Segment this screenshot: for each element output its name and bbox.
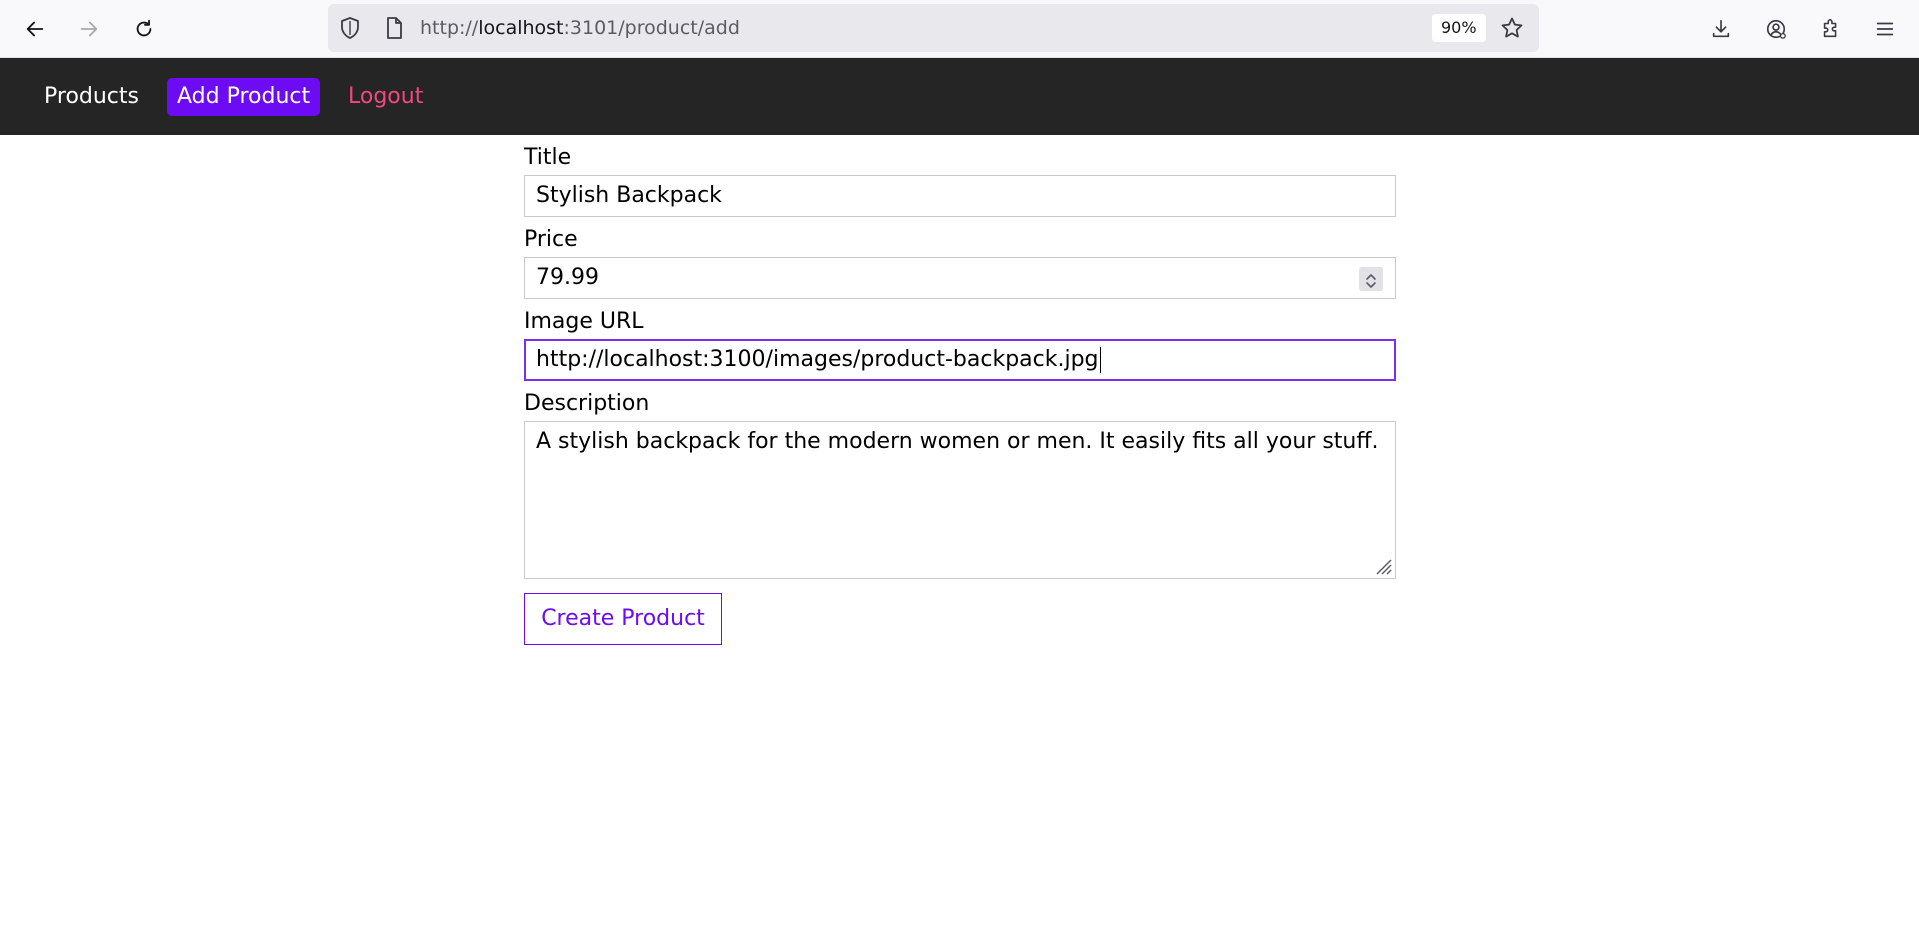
url-host: localhost — [478, 17, 564, 39]
shield-icon[interactable] — [338, 16, 362, 40]
price-input-value: 79.99 — [536, 265, 599, 290]
url-text[interactable]: http://localhost:3101/product/add — [420, 4, 740, 52]
menu-icon[interactable] — [1867, 11, 1903, 47]
account-icon[interactable] — [1758, 11, 1794, 47]
extensions-icon[interactable] — [1813, 11, 1849, 47]
browser-toolbar: http://localhost:3101/product/add 90% — [0, 0, 1919, 58]
description-textarea-value: A stylish backpack for the modern women … — [536, 429, 1379, 454]
description-textarea[interactable]: A stylish backpack for the modern women … — [524, 421, 1396, 579]
nav-add-product-link[interactable]: Add Product — [167, 78, 321, 116]
nav-logout-link[interactable]: Logout — [338, 78, 433, 116]
star-icon[interactable] — [1500, 16, 1524, 40]
nav-products-link[interactable]: Products — [34, 78, 149, 116]
app-nav-bar: Products Add Product Logout — [0, 58, 1919, 135]
url-path: :3101/product/add — [563, 17, 740, 39]
zoom-level-badge[interactable]: 90% — [1432, 14, 1486, 42]
url-prefix: http:// — [420, 17, 479, 39]
stepper-arrows-icon — [1366, 274, 1376, 288]
image-url-label: Image URL — [524, 309, 644, 334]
title-label: Title — [524, 145, 572, 170]
price-stepper[interactable] — [1359, 267, 1383, 291]
download-icon[interactable] — [1703, 11, 1739, 47]
price-label: Price — [524, 227, 578, 252]
title-input-value: Stylish Backpack — [536, 183, 722, 208]
image-url-input[interactable]: http://localhost:3100/images/product-bac… — [524, 339, 1396, 381]
create-product-button[interactable]: Create Product — [524, 593, 722, 645]
reload-icon[interactable] — [126, 11, 162, 47]
price-input[interactable]: 79.99 — [524, 257, 1396, 299]
address-bar[interactable]: http://localhost:3101/product/add 90% — [328, 4, 1539, 52]
description-label: Description — [524, 391, 650, 416]
back-arrow-icon[interactable] — [17, 11, 53, 47]
page-icon[interactable] — [382, 16, 406, 40]
image-url-input-value: http://localhost:3100/images/product-bac… — [536, 347, 1099, 372]
resize-grip-icon[interactable] — [1371, 554, 1393, 576]
title-input[interactable]: Stylish Backpack — [524, 175, 1396, 217]
text-caret — [1099, 347, 1101, 373]
forward-arrow-icon[interactable] — [71, 11, 107, 47]
